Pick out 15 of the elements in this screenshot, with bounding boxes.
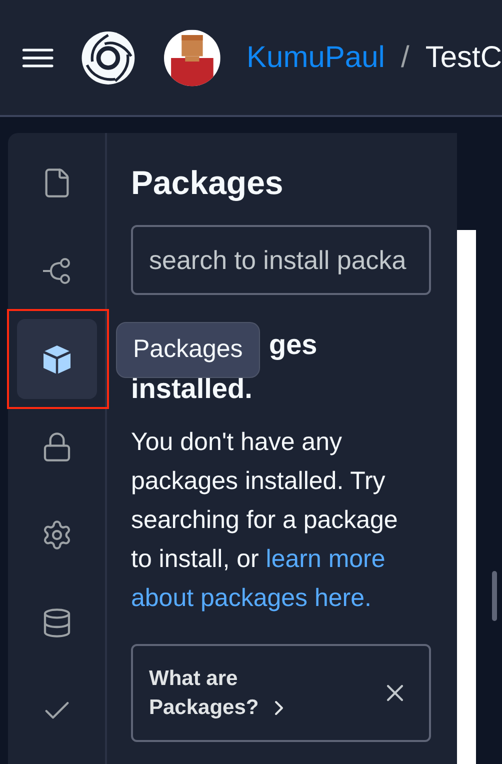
learn-more-link[interactable]: learn more bbox=[266, 545, 386, 573]
search-field[interactable]: search to install packa bbox=[131, 225, 431, 295]
panel-title: Packages bbox=[131, 163, 284, 203]
empty-heading: ges bbox=[269, 328, 318, 362]
branch-icon bbox=[40, 255, 72, 287]
path-separator: / bbox=[400, 40, 410, 76]
tooltip: Packages bbox=[116, 322, 260, 378]
repl-name: TestC bbox=[425, 40, 502, 76]
empty-message: You don't have any packages installed. Try searching for a package to install, or learn more about packages here. bbox=[131, 427, 399, 614]
sidebar-tab[interactable] bbox=[16, 319, 96, 399]
learn-more-link[interactable]: about packages here. bbox=[131, 584, 372, 612]
menu-icon[interactable] bbox=[22, 46, 54, 70]
owner-link[interactable]: KumuPaul bbox=[246, 35, 385, 80]
info-card-link[interactable]: What are Packages? bbox=[149, 664, 299, 722]
scrollbar-thumb bbox=[492, 571, 497, 621]
